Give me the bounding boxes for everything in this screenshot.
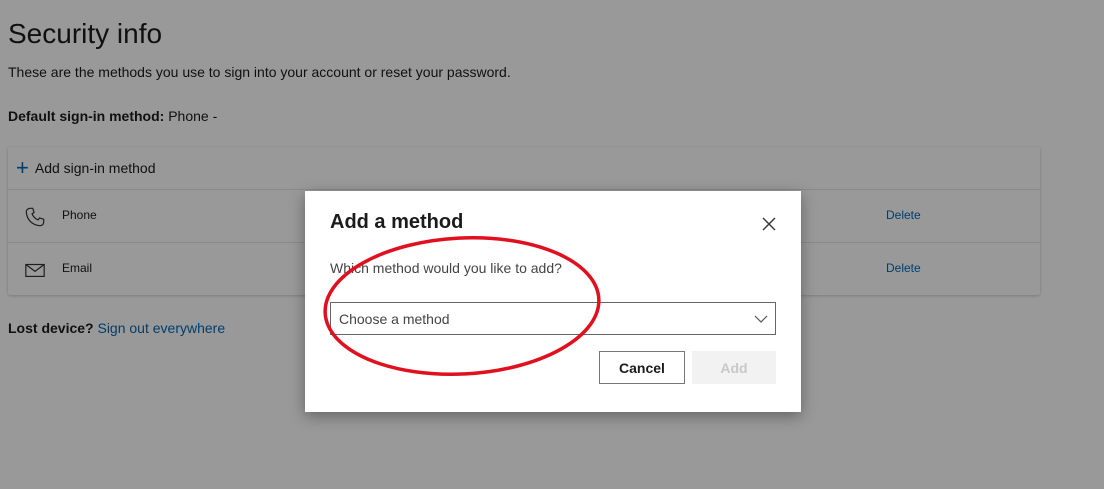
chevron-down-icon: [754, 315, 768, 323]
dialog-title: Add a method: [330, 211, 464, 233]
dialog-question: Which method would you like to add?: [330, 260, 562, 276]
method-select[interactable]: Choose a method: [330, 302, 776, 335]
cancel-button[interactable]: Cancel: [599, 351, 685, 384]
close-icon[interactable]: [758, 213, 780, 235]
add-button[interactable]: Add: [692, 351, 776, 384]
add-method-dialog: Add a method Which method would you like…: [305, 191, 801, 412]
method-select-value: Choose a method: [339, 311, 450, 327]
